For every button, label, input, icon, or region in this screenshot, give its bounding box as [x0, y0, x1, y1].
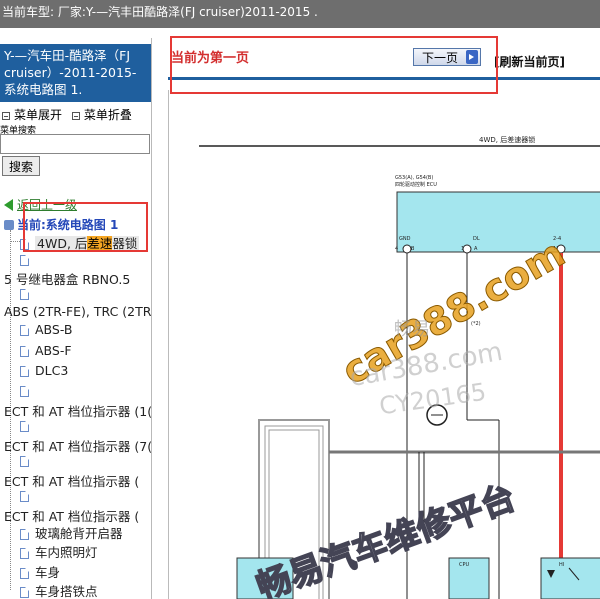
computer-icon	[4, 220, 14, 230]
collapse-icon[interactable]	[71, 112, 80, 120]
document-icon	[20, 548, 29, 559]
document-icon	[20, 568, 29, 579]
pin-24: 2-4	[553, 236, 561, 242]
vehicle-info-bar: 当前车型: 厂家:Y-—汽丰田酷路泽(FJ cruiser)2011-2015 …	[0, 0, 600, 28]
document-icon	[20, 587, 29, 598]
refresh-page-link[interactable]: [刷新当前页]	[494, 53, 565, 70]
menu-collapse-link[interactable]: 菜单折叠	[84, 108, 132, 122]
document-icon	[20, 289, 29, 300]
tree-item[interactable]: 车内照明灯	[20, 542, 98, 561]
tree-item[interactable]: ABS-B	[20, 322, 72, 337]
document-icon	[20, 456, 29, 467]
menu-expand-link[interactable]: 菜单展开	[14, 108, 62, 122]
current-manual-title: Y-—汽车田-酷路泽（FJ cruiser）-2011-2015- 系统电路图 …	[0, 44, 151, 102]
svg-text:(*2): (*2)	[471, 321, 481, 327]
tree-item[interactable]: 车身	[20, 562, 60, 581]
back-arrow-icon	[4, 199, 13, 211]
expand-icon[interactable]	[2, 112, 10, 120]
svg-text:4: 4	[395, 246, 398, 252]
document-icon	[20, 325, 29, 336]
highlight-box-toolbar	[170, 36, 498, 94]
left-navigation-panel: Y-—汽车田-酷路泽（FJ cruiser）-2011-2015- 系统电路图 …	[0, 38, 152, 599]
tree-item[interactable]: ABS (2TR-FE), TRC (2TR-	[4, 304, 151, 319]
tree-item-doc[interactable]	[20, 418, 35, 433]
document-icon	[20, 529, 29, 540]
document-icon	[20, 421, 29, 432]
tree-item[interactable]: DLC3	[20, 363, 68, 378]
tree-item-doc[interactable]	[20, 453, 35, 468]
diagram-panel: 当前为第一页 下一页 [刷新当前页] 4WD, 后差速器锁 G53(A), G5…	[168, 38, 600, 599]
document-icon	[20, 491, 29, 502]
wiring-diagram-svg: 4WD, 后差速器锁 G53(A), G54(B) 四轮驱动控制 ECU GND…	[199, 135, 600, 599]
pin-dl: DL	[473, 236, 480, 242]
highlight-box-tree	[23, 202, 148, 252]
vehicle-info-text: 当前车型: 厂家:Y-—汽丰田酷路泽(FJ cruiser)2011-2015 …	[2, 5, 318, 19]
ecu-ref: G53(A), G54(B)	[395, 175, 433, 181]
document-icon	[20, 366, 29, 377]
tree-item[interactable]: ABS-F	[20, 343, 72, 358]
document-icon	[20, 386, 29, 397]
tree-item[interactable]: 车身搭铁点	[20, 581, 98, 599]
pin-gnd: GND	[399, 236, 411, 242]
search-button[interactable]: 搜索	[2, 156, 40, 176]
document-icon	[20, 255, 29, 266]
tree-item-doc[interactable]	[20, 488, 35, 503]
svg-text:B: B	[411, 246, 415, 252]
wiring-diagram: 4WD, 后差速器锁 G53(A), G54(B) 四轮驱动控制 ECU GND…	[168, 90, 600, 599]
svg-text:CPU: CPU	[459, 562, 470, 568]
svg-text:A: A	[474, 246, 478, 252]
diagram-title: 4WD, 后差速器锁	[479, 135, 535, 144]
tree-item-doc[interactable]	[20, 286, 35, 301]
menu-toggle-row: 菜单展开 菜单折叠	[2, 106, 138, 123]
document-icon	[20, 346, 29, 357]
tree-item-doc[interactable]	[20, 252, 35, 267]
tree-item-doc[interactable]	[20, 383, 35, 398]
ecu-name: 四轮驱动控制 ECU	[395, 181, 437, 188]
svg-text:HI: HI	[559, 562, 564, 568]
tree-item[interactable]: 玻璃舱背开启器	[20, 523, 123, 542]
menu-search-input[interactable]	[0, 134, 150, 154]
